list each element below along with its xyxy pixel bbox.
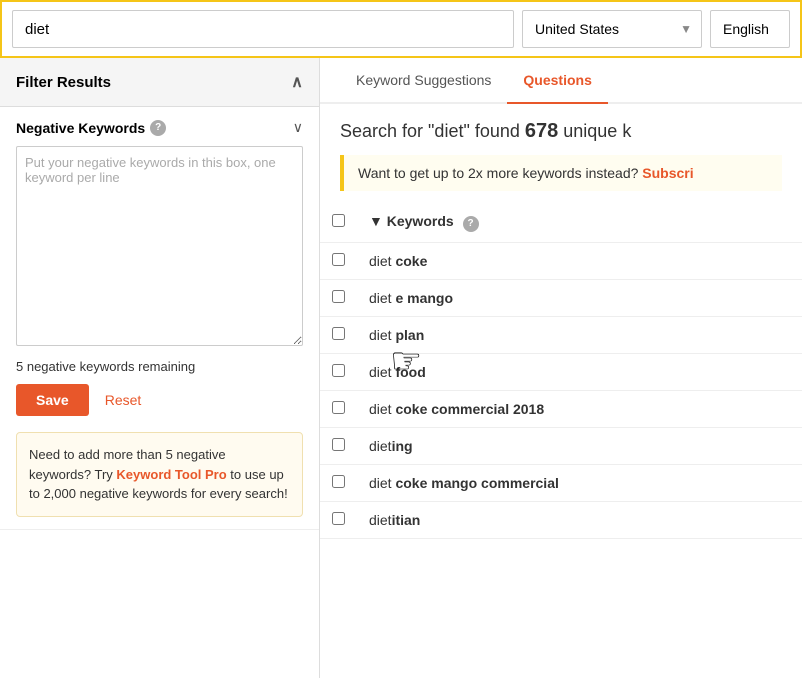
sidebar: Filter Results ∧ Negative Keywords ? ∨ 5…: [0, 58, 320, 678]
negative-keywords-label: Negative Keywords: [16, 120, 145, 136]
keyword-bold: itian: [392, 512, 421, 528]
subscribe-banner: Want to get up to 2x more keywords inste…: [340, 155, 782, 191]
keyword-bold: ing: [392, 438, 413, 454]
main-layout: Filter Results ∧ Negative Keywords ? ∨ 5…: [0, 58, 802, 678]
tab-questions[interactable]: Questions: [507, 58, 607, 104]
search-input[interactable]: [12, 10, 514, 48]
keyword-cell: diet food: [357, 353, 802, 390]
keyword-cell: diet plan: [357, 316, 802, 353]
subscribe-text: Want to get up to 2x more keywords inste…: [358, 165, 642, 181]
result-header: Search for "diet" found 678 unique k: [320, 104, 802, 155]
remaining-text: 5 negative keywords remaining: [16, 359, 303, 374]
keyword-bold: e mango: [395, 290, 453, 306]
negative-keywords-title-group: Negative Keywords ?: [16, 120, 166, 136]
keyword-plain: diet: [369, 253, 395, 269]
country-select[interactable]: United States: [522, 10, 702, 48]
negative-keywords-section: Negative Keywords ? ∨ 5 negative keyword…: [0, 107, 319, 530]
result-count: 678: [525, 120, 558, 142]
keyword-plain: diet: [369, 327, 395, 343]
table-row: diet coke: [320, 242, 802, 279]
search-input-wrap: [12, 10, 514, 48]
keyword-cell: diet coke mango commercial: [357, 464, 802, 501]
keyword-bold: coke mango commercial: [395, 475, 558, 491]
select-all-header: [320, 203, 357, 242]
filter-results-header: Filter Results ∧: [0, 58, 319, 107]
top-bar: United States ▼ English: [0, 0, 802, 58]
keyword-bold: coke: [395, 253, 427, 269]
keyword-bold: coke commercial 2018: [395, 401, 544, 417]
row-checkbox-cell: [320, 279, 357, 316]
keywords-help-icon[interactable]: ?: [463, 216, 479, 232]
subscribe-link[interactable]: Subscri: [642, 165, 693, 181]
row-checkbox-cell: [320, 242, 357, 279]
table-row: diet e mango: [320, 279, 802, 316]
row-checkbox[interactable]: [332, 401, 345, 414]
table-row: diet food: [320, 353, 802, 390]
keyword-cell: dieting: [357, 427, 802, 464]
tabs-bar: Keyword Suggestions Questions: [320, 58, 802, 104]
keyword-plain: diet: [369, 401, 395, 417]
tab-keyword-suggestions[interactable]: Keyword Suggestions: [340, 58, 507, 104]
action-buttons: Save Reset: [16, 384, 303, 416]
reset-button[interactable]: Reset: [105, 392, 142, 408]
row-checkbox-cell: [320, 316, 357, 353]
result-text-after: unique k: [558, 121, 631, 141]
save-button[interactable]: Save: [16, 384, 89, 416]
keyword-plain: diet: [369, 512, 392, 528]
row-checkbox-cell: [320, 353, 357, 390]
row-checkbox-cell: [320, 501, 357, 538]
row-checkbox[interactable]: [332, 290, 345, 303]
collapse-icon[interactable]: ∧: [291, 72, 303, 92]
row-checkbox[interactable]: [332, 364, 345, 377]
keywords-column-header: ▼ Keywords ?: [357, 203, 802, 242]
keyword-cell: dietitian: [357, 501, 802, 538]
table-row: diet coke mango commercial: [320, 464, 802, 501]
table-row: diet plan: [320, 316, 802, 353]
row-checkbox-cell: [320, 427, 357, 464]
negative-keywords-header: Negative Keywords ? ∨: [16, 119, 303, 136]
row-checkbox[interactable]: [332, 327, 345, 340]
country-select-wrap: United States ▼: [522, 10, 702, 48]
negative-keywords-textarea[interactable]: [16, 146, 303, 346]
keyword-plain: diet: [369, 438, 392, 454]
result-text-before: Search for "diet" found: [340, 121, 525, 141]
row-checkbox[interactable]: [332, 475, 345, 488]
filter-results-title: Filter Results: [16, 74, 111, 91]
row-checkbox[interactable]: [332, 512, 345, 525]
row-checkbox[interactable]: [332, 253, 345, 266]
keyword-cell: diet e mango: [357, 279, 802, 316]
row-checkbox-cell: [320, 390, 357, 427]
table-row: dieting: [320, 427, 802, 464]
keyword-cell: diet coke commercial 2018: [357, 390, 802, 427]
keyword-cell: diet coke: [357, 242, 802, 279]
keyword-plain: diet: [369, 364, 395, 380]
promo-box: Need to add more than 5 negative keyword…: [16, 432, 303, 517]
keyword-bold: plan: [395, 327, 424, 343]
row-checkbox[interactable]: [332, 438, 345, 451]
help-icon[interactable]: ?: [150, 120, 166, 136]
language-display: English: [710, 10, 790, 48]
row-checkbox-cell: [320, 464, 357, 501]
content-area: Keyword Suggestions Questions Search for…: [320, 58, 802, 678]
chevron-down-icon[interactable]: ∨: [293, 119, 303, 136]
keyword-plain: diet: [369, 290, 395, 306]
promo-link[interactable]: Keyword Tool Pro: [116, 467, 226, 482]
table-row: dietitian: [320, 501, 802, 538]
keywords-table: ▼ Keywords ? diet coke diet e mango diet…: [320, 203, 802, 539]
keyword-bold: food: [395, 364, 425, 380]
select-all-checkbox[interactable]: [332, 214, 345, 227]
table-row: diet coke commercial 2018: [320, 390, 802, 427]
keyword-plain: diet: [369, 475, 395, 491]
